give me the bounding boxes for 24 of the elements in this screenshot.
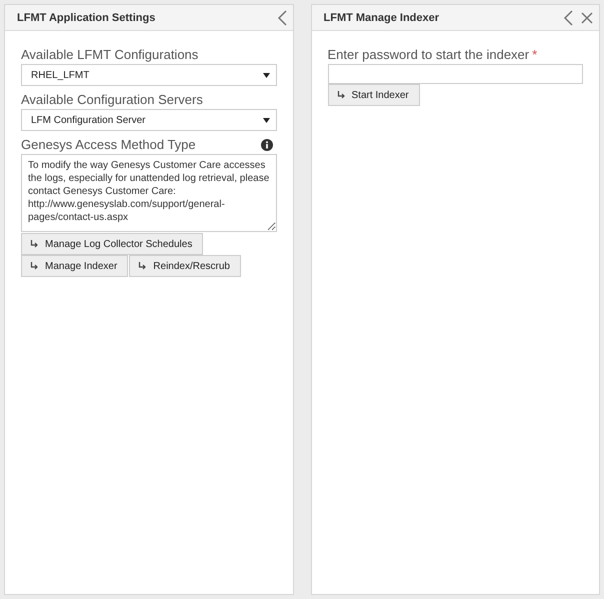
close-icon[interactable] [581,12,593,24]
return-arrow-icon [30,262,38,270]
dropdown[interactable]: LFM Configuration Server [21,109,276,131]
field-label: Available LFMT Configurations [21,47,198,62]
panel-title: LFMT Application Settings [17,12,156,24]
action-button[interactable]: Manage Log Collector Schedules [21,233,204,255]
back-icon[interactable] [563,10,573,26]
field-label: Available Configuration Servers [21,92,203,107]
required-mark: * [532,47,538,62]
caret-icon [262,118,270,122]
return-arrow-icon [138,262,146,270]
caret-icon [262,72,270,78]
action-button[interactable]: Manage Indexer [21,255,128,277]
return-arrow-icon [30,240,38,248]
password-field[interactable] [328,64,583,84]
return-arrow-icon [336,91,344,99]
text-area[interactable]: To modify the way Genesys Customer Care accesses the logs, especially for unattended log retrieval, please contact Genesys Customer Care: http://www.genesyslab.com/support/general-pages/contact-us.aspx [21,154,276,232]
action-button[interactable]: Start Indexer [328,84,420,106]
field-label: Genesys Access Method Type [21,137,196,152]
field-label: Enter password to start the indexer [328,47,530,62]
panel-title: LFMT Manage Indexer [324,12,440,24]
action-button[interactable]: Reindex/Rescrub [129,255,241,277]
back-icon[interactable] [276,10,286,26]
dropdown[interactable]: RHEL_LFMT [21,64,276,86]
